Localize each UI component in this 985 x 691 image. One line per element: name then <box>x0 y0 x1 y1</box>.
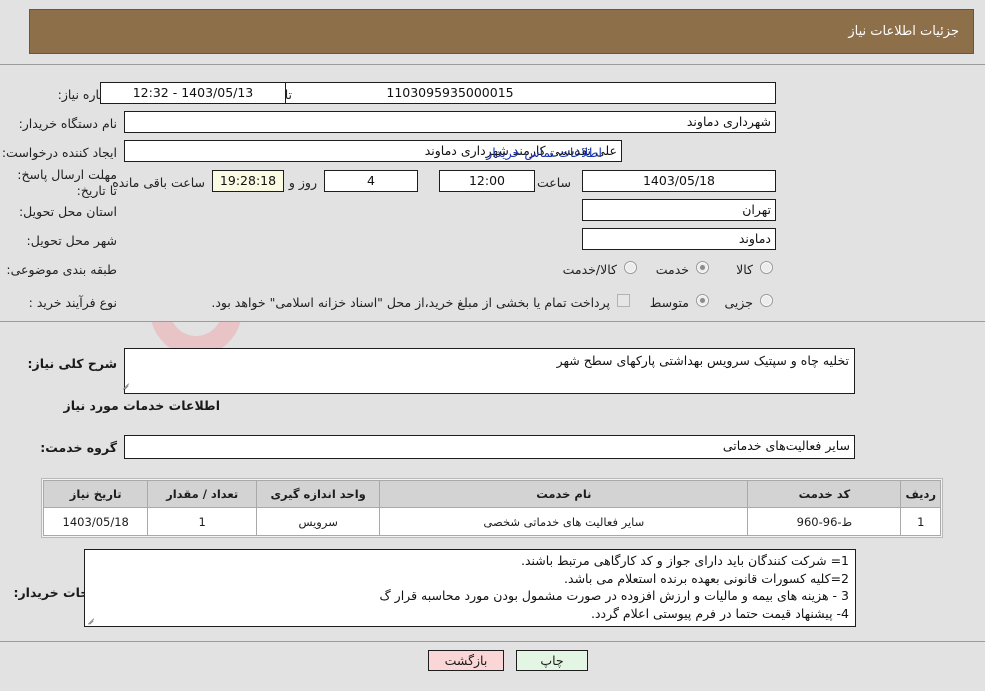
th-date: تاریخ نیاز <box>42 480 149 508</box>
deadline-date-value: 1403/05/18 <box>582 170 776 192</box>
treasury-note-label: پرداخت تمام یا بخشی از مبلغ خرید،از محل … <box>211 295 610 310</box>
buyer-org-value: شهرداری دماوند <box>124 111 776 133</box>
services-table: ردیف کد خدمت نام خدمت واحد اندازه گیری ت… <box>42 480 941 536</box>
need-details-panel: شماره نیاز: 1103095935000015 تاریخ و ساع… <box>0 64 985 322</box>
radio-process-motavaset[interactable] <box>696 294 709 307</box>
notes-textarea[interactable]: 1= شرکت کنندگان باید دارای جواز و کد کار… <box>84 549 856 627</box>
announce-datetime-value: 1403/05/13 - 12:32 <box>100 82 286 104</box>
days-unit-label: روز و <box>288 175 317 190</box>
radio-process-motavaset-label: متوسط <box>649 295 689 310</box>
category-label: طبقه بندی موضوعی: <box>6 262 117 277</box>
buyer-contact-link[interactable]: اطلاعات تماس خریدار <box>486 145 602 160</box>
services-table-wrapper: ردیف کد خدمت نام خدمت واحد اندازه گیری ت… <box>41 478 943 538</box>
td-name: سایر فعالیت های خدماتی شخصی <box>379 507 749 536</box>
hour-label: ساعت <box>536 175 571 190</box>
deadline-hour-value: 12:00 <box>439 170 535 192</box>
service-group-label: گروه خدمت: <box>40 440 117 455</box>
city-label: شهر محل تحویل: <box>26 233 117 248</box>
th-row: ردیف <box>900 480 941 508</box>
table-row: 1 ط-96-960 سایر فعالیت های خدماتی شخصی س… <box>42 507 941 536</box>
page-root: ArtaTender.net جزئیات اطلاعات نیاز شماره… <box>0 0 985 691</box>
city-value: دماوند <box>582 228 776 250</box>
summary-label: شرح کلی نیاز: <box>27 356 117 371</box>
td-quantity: 1 <box>147 507 257 536</box>
time-remaining-value: 19:28:18 <box>212 170 284 192</box>
footer-separator <box>0 641 985 642</box>
request-creator-label: ایجاد کننده درخواست: <box>1 145 117 160</box>
td-row: 1 <box>900 507 941 536</box>
province-value: تهران <box>582 199 776 221</box>
remaining-suffix-label: ساعت باقی مانده <box>112 175 205 190</box>
radio-process-jozei[interactable] <box>760 294 773 307</box>
summary-textarea[interactable]: تخلیه چاه و سپتیک سرویس بهداشتی پارکهای … <box>124 348 855 394</box>
radio-category-kala-label: کالا <box>736 262 753 277</box>
treasury-checkbox[interactable] <box>617 294 630 307</box>
radio-category-khedmat[interactable] <box>696 261 709 274</box>
process-label: نوع فرآیند خرید : <box>28 295 117 310</box>
td-unit: سرویس <box>255 507 381 536</box>
province-label: استان محل تحویل: <box>18 204 117 219</box>
deadline-label: مهلت ارسال پاسخ: تا تاریخ: <box>17 167 117 198</box>
radio-category-khedmat-label: خدمت <box>655 262 689 277</box>
th-code: کد خدمت <box>747 480 902 508</box>
td-code: ط-96-960 <box>747 507 902 536</box>
td-date: 1403/05/18 <box>42 507 149 536</box>
th-quantity: تعداد / مقدار <box>147 480 257 508</box>
back-button[interactable]: بازگشت <box>428 650 504 671</box>
notes-line-2: 2=کلیه کسورات قانونی بعهده برنده استعلام… <box>564 570 849 586</box>
summary-section: شرح کلی نیاز: تخلیه چاه و سپتیک سرویس به… <box>0 330 985 470</box>
radio-category-kala[interactable] <box>760 261 773 274</box>
th-name: نام خدمت <box>379 480 749 508</box>
service-group-value: سایر فعالیت‌های خدماتی <box>124 435 855 459</box>
print-button[interactable]: چاپ <box>516 650 588 671</box>
th-unit: واحد اندازه گیری <box>255 480 381 508</box>
page-header: جزئیات اطلاعات نیاز <box>29 9 974 54</box>
table-header-row: ردیف کد خدمت نام خدمت واحد اندازه گیری ت… <box>42 480 941 508</box>
notes-line-3: 3 - هزینه های بیمه و مالیات و ارزش افزود… <box>379 588 849 603</box>
page-title: جزئیات اطلاعات نیاز <box>848 24 959 39</box>
radio-category-kala-khedmat-label: کالا/خدمت <box>562 262 617 277</box>
radio-process-jozei-label: جزیی <box>724 295 753 310</box>
radio-category-kala-khedmat[interactable] <box>624 261 637 274</box>
services-section-heading: اطلاعات خدمات مورد نیاز <box>63 398 221 413</box>
days-remaining-value: 4 <box>324 170 418 192</box>
notes-line-1: 1= شرکت کنندگان باید دارای جواز و کد کار… <box>521 553 849 568</box>
notes-line-4: 4- پیشنهاد قیمت حتما در فرم پیوستی اعلام… <box>590 605 849 621</box>
buyer-org-label: نام دستگاه خریدار: <box>18 116 117 131</box>
